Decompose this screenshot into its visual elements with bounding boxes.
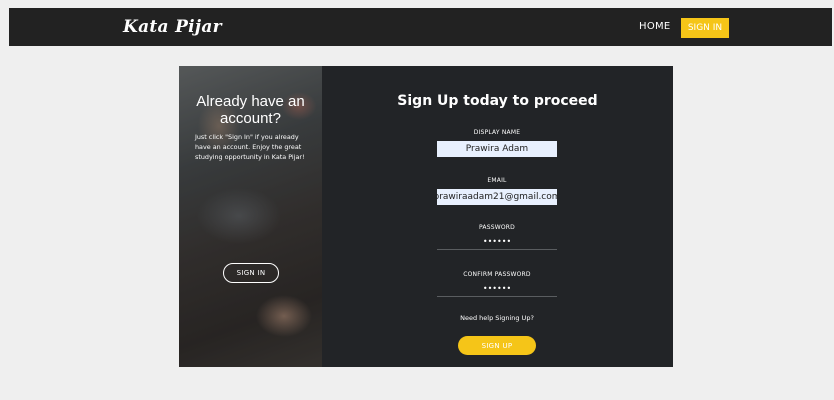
display-name-label: DISPLAY NAME (473, 129, 521, 136)
navbar: Kata Pijar HOME SIGN IN (9, 8, 832, 46)
left-panel-text: Just click "Sign In" if you already have… (195, 133, 305, 161)
left-signin-button[interactable]: SIGN IN (223, 263, 279, 283)
nav-home-link[interactable]: HOME (639, 21, 671, 32)
confirm-password-input[interactable]: •••••• (437, 284, 557, 297)
password-input[interactable]: •••••• (437, 237, 557, 250)
email-input[interactable]: prawiraadam21@gmail.com (437, 189, 557, 205)
display-name-input[interactable]: Prawira Adam (437, 141, 557, 157)
nav-signin-button[interactable]: SIGN IN (681, 18, 729, 38)
help-link[interactable]: Need help Signing Up? (437, 314, 557, 322)
signup-card: Already have an account? Just click "Sig… (179, 66, 673, 367)
confirm-password-label: CONFIRM PASSWORD (463, 271, 531, 278)
signup-button[interactable]: SIGN UP (458, 336, 536, 355)
brand-logo[interactable]: Kata Pijar (123, 17, 222, 37)
left-panel-title: Already have an account? (196, 93, 305, 127)
password-label: PASSWORD (478, 224, 515, 231)
form-title: Sign Up today to proceed (397, 93, 598, 109)
email-label: EMAIL (487, 177, 507, 184)
